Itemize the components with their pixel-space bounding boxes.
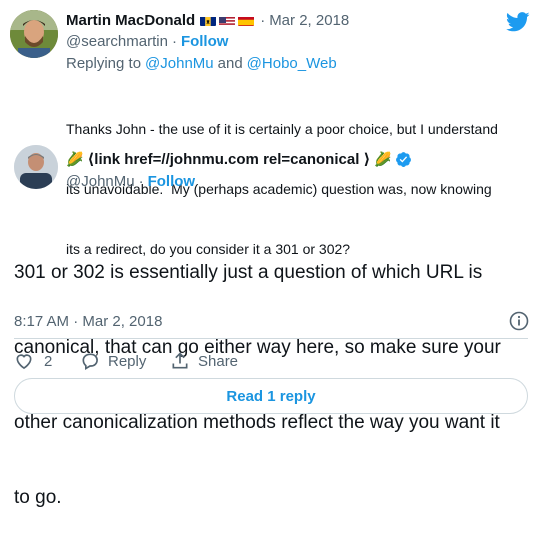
reply-label: Reply	[108, 352, 147, 370]
replying-to-hobo-web[interactable]: @Hobo_Web	[247, 55, 337, 72]
share-button[interactable]: Share	[170, 351, 238, 371]
barbados-flag-icon	[200, 15, 217, 26]
corn-emoji-icon: 🌽	[374, 150, 392, 167]
reply-text-line: Thanks John - the use of it is certainly…	[66, 121, 498, 137]
follow-martin-button[interactable]: Follow	[181, 33, 229, 50]
tweet-divider	[14, 338, 528, 339]
martin-date-separator: ·	[260, 12, 266, 29]
twitter-bird-icon[interactable]	[506, 12, 530, 32]
corn-emoji-icon: 🌽	[66, 150, 84, 167]
johnmu-handle-separator: ·	[138, 173, 144, 190]
spain-flag-icon	[238, 15, 255, 26]
like-count: 2	[44, 352, 53, 370]
replying-to-prefix: Replying to	[66, 55, 142, 72]
tweet-timestamp[interactable]: 8:17 AM · Mar 2, 2018	[14, 313, 162, 330]
martin-avatar[interactable]	[10, 10, 58, 58]
replying-to-and: and	[217, 55, 243, 72]
info-icon[interactable]	[509, 311, 529, 331]
verified-badge-icon	[395, 151, 411, 167]
johnmu-avatar[interactable]	[14, 145, 58, 189]
usa-flag-icon	[219, 15, 236, 26]
replying-to-johnmu[interactable]: @JohnMu	[145, 55, 214, 72]
share-label: Share	[198, 352, 239, 370]
martin-tweet-date[interactable]: Mar 2, 2018	[269, 12, 349, 29]
main-text-line: to go.	[14, 487, 62, 508]
martin-handle[interactable]: @searchmartin	[66, 33, 168, 50]
johnmu-handle[interactable]: @JohnMu	[66, 173, 135, 190]
follow-johnmu-button[interactable]: Follow	[148, 173, 196, 190]
reply-button[interactable]: Reply	[80, 351, 146, 371]
read-replies-button[interactable]: Read 1 reply	[14, 378, 528, 414]
like-button[interactable]: 2	[14, 351, 52, 371]
johnmu-display-name[interactable]: ⟨link href=//johnmu.com rel=canonical ⟩	[87, 150, 370, 168]
heart-icon	[16, 354, 32, 370]
read-replies-label: Read 1 reply	[226, 387, 316, 405]
main-tweet-text: 301 or 302 is essentially just a questio…	[14, 210, 501, 535]
main-text-line: 301 or 302 is essentially just a questio…	[14, 262, 483, 283]
martin-display-name[interactable]: Martin MacDonald	[66, 12, 195, 29]
reply-icon	[82, 353, 98, 370]
martin-handle-separator: ·	[171, 33, 177, 50]
share-icon	[172, 352, 188, 369]
